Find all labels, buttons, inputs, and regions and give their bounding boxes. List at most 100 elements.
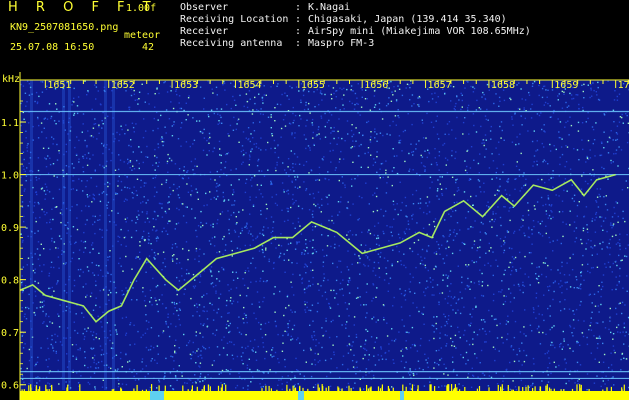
- noise-pixel: [337, 137, 340, 139]
- noise-pixel: [23, 315, 26, 318]
- noise-pixel: [27, 257, 30, 259]
- noise-pixel: [168, 118, 171, 120]
- noise-pixel: [187, 258, 189, 261]
- noise-pixel: [488, 309, 490, 312]
- noise-pixel: [303, 375, 305, 377]
- noise-pixel: [190, 185, 192, 187]
- noise-pixel: [328, 119, 330, 122]
- noise-pixel: [618, 239, 621, 241]
- noise-pixel: [44, 157, 46, 159]
- noise-pixel: [305, 161, 308, 163]
- noise-pixel: [485, 341, 487, 343]
- noise-pixel: [117, 185, 119, 187]
- noise-pixel: [321, 204, 323, 206]
- noise-pixel: [313, 143, 315, 146]
- noise-pixel: [173, 301, 175, 304]
- noise-pixel: [602, 220, 605, 222]
- noise-pixel: [316, 310, 319, 313]
- noise-pixel: [48, 103, 51, 105]
- noise-pixel: [132, 126, 135, 129]
- noise-pixel: [349, 279, 351, 281]
- noise-pixel: [607, 80, 609, 82]
- baseline-spike: [289, 388, 291, 397]
- noise-pixel: [531, 233, 533, 235]
- noise-pixel: [470, 146, 473, 148]
- noise-pixel: [125, 124, 127, 126]
- noise-pixel: [124, 198, 127, 200]
- noise-pixel: [246, 367, 249, 369]
- noise-pixel: [388, 97, 390, 99]
- noise-pixel: [339, 87, 341, 89]
- noise-pixel: [487, 284, 489, 287]
- noise-pixel: [181, 122, 183, 124]
- noise-pixel: [535, 292, 538, 294]
- noise-pixel: [388, 350, 390, 352]
- noise-pixel: [624, 220, 626, 223]
- noise-pixel: [42, 147, 45, 149]
- noise-pixel: [117, 212, 119, 214]
- y-tick-label: 0.7: [1, 328, 19, 339]
- noise-pixel: [482, 91, 484, 94]
- noise-pixel: [241, 163, 243, 165]
- noise-pixel: [363, 388, 365, 390]
- noise-pixel: [99, 200, 102, 203]
- noise-pixel: [295, 86, 298, 88]
- noise-pixel: [327, 171, 329, 173]
- noise-pixel: [622, 210, 624, 213]
- noise-pixel: [353, 108, 356, 110]
- baseline-spike: [527, 385, 529, 394]
- noise-pixel: [417, 239, 420, 241]
- noise-pixel: [367, 166, 369, 169]
- noise-pixel: [107, 256, 109, 258]
- noise-pixel: [391, 235, 393, 237]
- noise-pixel: [245, 334, 247, 336]
- noise-pixel: [438, 169, 440, 171]
- noise-pixel: [511, 247, 513, 250]
- noise-pixel: [511, 141, 514, 143]
- noise-pixel: [445, 274, 447, 276]
- baseline-spike: [268, 385, 270, 394]
- baseline-spike: [366, 384, 368, 393]
- noise-pixel: [294, 375, 296, 377]
- noise-pixel: [34, 253, 36, 255]
- noise-pixel: [355, 336, 358, 338]
- noise-pixel: [335, 90, 337, 92]
- noise-pixel: [482, 328, 484, 330]
- noise-pixel: [522, 215, 524, 217]
- noise-pixel: [271, 235, 273, 237]
- noise-pixel: [432, 279, 434, 281]
- noise-pixel: [228, 229, 230, 231]
- noise-pixel: [192, 143, 194, 145]
- noise-pixel: [80, 240, 83, 242]
- noise-pixel: [345, 327, 347, 329]
- noise-pixel: [309, 285, 311, 287]
- noise-pixel: [277, 384, 279, 386]
- noise-pixel: [65, 262, 67, 264]
- noise-pixel: [398, 88, 401, 90]
- noise-pixel: [34, 100, 36, 103]
- noise-pixel: [34, 232, 36, 234]
- noise-pixel: [520, 115, 522, 117]
- noise-pixel: [94, 232, 96, 235]
- noise-pixel: [209, 171, 212, 173]
- noise-pixel: [287, 166, 289, 168]
- noise-pixel: [320, 285, 322, 287]
- noise-pixel: [606, 209, 609, 211]
- noise-pixel: [294, 311, 296, 313]
- noise-pixel: [510, 273, 512, 276]
- noise-pixel: [78, 178, 80, 180]
- noise-pixel: [419, 207, 421, 210]
- noise-pixel: [411, 215, 413, 217]
- noise-pixel: [592, 266, 594, 269]
- noise-pixel: [509, 219, 511, 222]
- noise-pixel: [453, 296, 456, 298]
- noise-pixel: [486, 83, 489, 86]
- noise-pixel: [426, 205, 429, 207]
- noise-pixel: [387, 103, 389, 105]
- noise-pixel: [551, 89, 554, 91]
- noise-pixel: [550, 372, 552, 375]
- noise-pixel: [125, 334, 127, 336]
- noise-pixel: [574, 241, 576, 243]
- noise-pixel: [241, 229, 243, 232]
- noise-pixel: [576, 340, 578, 343]
